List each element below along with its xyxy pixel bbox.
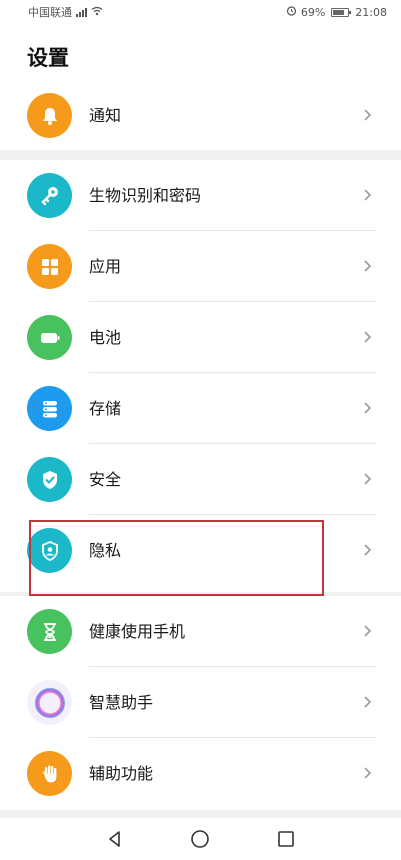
apps-grid-icon bbox=[27, 244, 72, 289]
chevron-right-icon bbox=[364, 767, 372, 779]
hourglass-icon bbox=[27, 609, 72, 654]
settings-item-smart-assistant[interactable]: 智慧助手 bbox=[0, 667, 401, 738]
chevron-right-icon bbox=[364, 473, 372, 485]
page-title: 设置 bbox=[27, 46, 69, 70]
chevron-right-icon bbox=[364, 331, 372, 343]
clock: 21:08 bbox=[355, 5, 387, 19]
wifi-icon bbox=[91, 6, 103, 19]
settings-item-label: 电池 bbox=[89, 328, 122, 347]
highlight-box bbox=[29, 520, 324, 596]
settings-item-label: 存储 bbox=[89, 399, 122, 418]
settings-item-battery[interactable]: 电池 bbox=[0, 302, 401, 373]
status-right: 69% 21:08 bbox=[286, 5, 387, 19]
bell-icon bbox=[27, 93, 72, 138]
chevron-right-icon bbox=[364, 696, 372, 708]
status-left: 中国联通 bbox=[28, 4, 103, 20]
signal-icon bbox=[76, 7, 87, 17]
chevron-right-icon bbox=[364, 544, 372, 556]
settings-item-label: 健康使用手机 bbox=[89, 622, 186, 641]
chevron-right-icon bbox=[364, 402, 372, 414]
settings-group-more: 健康使用手机 智慧助手 辅助功能 bbox=[0, 596, 401, 810]
settings-item-notifications[interactable]: 通知 bbox=[0, 80, 401, 151]
battery-status-icon bbox=[331, 7, 352, 17]
shield-check-icon bbox=[27, 457, 72, 502]
battery-percent: 69% bbox=[300, 5, 326, 19]
navigation-bar bbox=[0, 818, 401, 860]
key-icon bbox=[27, 173, 72, 218]
settings-item-label: 通知 bbox=[89, 106, 122, 125]
chevron-right-icon bbox=[364, 625, 372, 637]
recents-square-icon[interactable] bbox=[275, 828, 297, 850]
hand-icon bbox=[27, 751, 72, 796]
home-circle-icon[interactable] bbox=[189, 828, 211, 850]
alarm-icon bbox=[286, 5, 297, 19]
settings-item-label: 智慧助手 bbox=[89, 693, 154, 712]
chevron-right-icon bbox=[364, 109, 372, 121]
settings-item-label: 应用 bbox=[89, 257, 122, 276]
status-bar: 中国联通 69% 21:08 bbox=[0, 0, 401, 24]
back-triangle-icon[interactable] bbox=[104, 828, 126, 850]
chevron-right-icon bbox=[364, 189, 372, 201]
settings-item-label: 辅助功能 bbox=[89, 764, 154, 783]
settings-item-accessibility[interactable]: 辅助功能 bbox=[0, 738, 401, 809]
battery-icon bbox=[27, 315, 72, 360]
chevron-right-icon bbox=[364, 260, 372, 272]
settings-item-storage[interactable]: 存储 bbox=[0, 373, 401, 444]
settings-group-notifications: 通知 bbox=[0, 82, 401, 150]
settings-item-biometrics[interactable]: 生物识别和密码 bbox=[0, 160, 401, 231]
settings-item-digital-balance[interactable]: 健康使用手机 bbox=[0, 596, 401, 667]
settings-item-apps[interactable]: 应用 bbox=[0, 231, 401, 302]
assistant-ring-icon bbox=[27, 680, 72, 725]
storage-icon bbox=[27, 386, 72, 431]
settings-item-security[interactable]: 安全 bbox=[0, 444, 401, 515]
settings-item-label: 生物识别和密码 bbox=[89, 186, 202, 205]
header: 设置 bbox=[0, 24, 401, 82]
carrier-name: 中国联通 bbox=[28, 6, 72, 19]
settings-item-label: 安全 bbox=[89, 470, 122, 489]
